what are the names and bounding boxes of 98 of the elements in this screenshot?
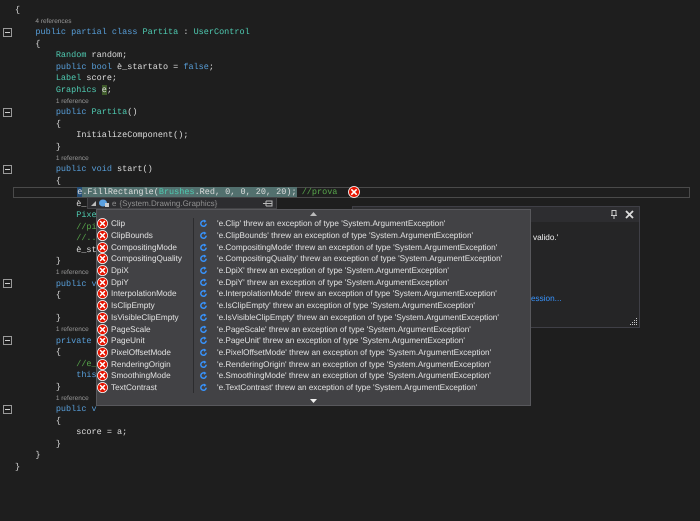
property-name: CompositingMode	[110, 242, 178, 252]
code-line: è_st	[76, 244, 97, 255]
close-icon[interactable]	[625, 210, 634, 219]
code-line: public partial class Partita : UserControl	[35, 27, 250, 38]
code-line: public void start()	[56, 164, 153, 174]
code-line: e.FillRectangle(Brushes.Red, 0, 0, 20, 20); //prova	[77, 187, 338, 198]
code-line: }	[35, 450, 41, 460]
property-name: RenderingOrigin	[110, 360, 172, 369]
code-line: {	[56, 416, 61, 426]
property-value: 'e.TextContrast' threw an exception of type 'System.ArgumentException'	[217, 382, 478, 392]
code-line: {	[56, 290, 61, 300]
code-line: }	[56, 256, 61, 266]
collapse-icon[interactable]	[3, 336, 12, 346]
property-value: 'e.IsClipEmpty' threw an exception of type 'System.ArgumentException'	[217, 301, 475, 310]
property-name: ClipBounds	[110, 231, 154, 240]
error-icon	[97, 276, 108, 288]
error-icon	[97, 242, 108, 253]
property-name: CompositingQuality	[110, 254, 183, 264]
pin-icon[interactable]	[611, 210, 617, 219]
property-name: Clip	[110, 219, 126, 228]
property-name: DpiX	[110, 266, 130, 276]
error-icon	[97, 324, 108, 335]
property-name: IsVisibleClipEmpty	[110, 312, 180, 322]
code-line: }	[56, 382, 61, 392]
collapse-icon[interactable]	[3, 164, 12, 174]
scroll-up-icon[interactable]	[310, 212, 317, 216]
error-icon	[97, 346, 108, 358]
property-name: PageUnit	[110, 336, 146, 346]
property-name: IsClipEmpty	[110, 301, 156, 310]
code-line: InitializeComponent();	[76, 130, 188, 140]
collapse-icon[interactable]	[3, 279, 12, 288]
property-value: 'e.PageUnit' threw an exception of type 'System.ArgumentException'	[217, 336, 465, 346]
expand-icon[interactable]	[91, 200, 96, 206]
code-line: //..	[76, 233, 97, 244]
property-value: 'e.CompositingQuality' threw an exception of type 'System.ArgumentException'	[217, 254, 502, 264]
code-line: Pixe	[76, 210, 97, 220]
property-value: 'e.Clip' threw an exception of type 'System.ArgumentException'	[217, 219, 446, 228]
property-value: 'e.DpiX' threw an exception of type 'System.ArgumentException'	[217, 266, 449, 276]
code-line: {	[56, 347, 61, 358]
code-line: private	[56, 336, 92, 346]
collapse-icon[interactable]	[3, 108, 12, 117]
error-icon	[348, 186, 360, 198]
error-icon	[97, 218, 108, 230]
exception-link[interactable]: ession...	[531, 294, 562, 303]
property-value: 'e.PageScale' threw an exception of type 'System.ArgumentException'	[217, 324, 471, 334]
code-line: Graphics e;	[56, 84, 112, 95]
pin-icon[interactable]	[263, 200, 273, 206]
code-line: }	[15, 462, 20, 472]
code-line: public bool è_startato = false;	[56, 62, 214, 72]
error-icon	[97, 335, 108, 346]
code-line: //pi	[76, 222, 97, 232]
variable-name: e	[112, 198, 116, 208]
object-icon	[99, 199, 109, 207]
error-icon	[97, 312, 108, 323]
code-line: {	[56, 118, 61, 129]
property-name: InterpolationMode	[110, 289, 178, 298]
resize-grip-icon[interactable]	[630, 318, 637, 325]
error-icon	[97, 253, 108, 264]
property-name: TextContrast	[110, 382, 158, 392]
code-line: Random random;	[56, 50, 128, 60]
code-line: this	[76, 370, 97, 380]
property-name: PageScale	[110, 324, 152, 334]
scroll-down-icon[interactable]	[310, 399, 317, 403]
error-icon	[97, 370, 108, 382]
error-icon	[97, 230, 108, 242]
error-icon	[97, 288, 108, 300]
exception-message: valido.'	[533, 233, 558, 242]
property-value: 'e.InterpolationMode' threw an exception of type 'System.ArgumentException'	[217, 289, 497, 298]
property-value: 'e.IsVisibleClipEmpty' threw an exception of type 'System.ArgumentException'	[217, 312, 499, 322]
error-icon	[97, 265, 108, 276]
collapse-icon[interactable]	[3, 404, 12, 414]
code-line: }	[56, 438, 61, 449]
code-line: }	[56, 313, 61, 324]
code-line: è_	[76, 198, 86, 209]
property-value: 'e.SmoothingMode' threw an exception of type 'System.ArgumentException'	[217, 371, 491, 380]
collapse-icon[interactable]	[3, 28, 12, 37]
code-line: public Partita()	[56, 107, 138, 118]
code-line: //e_	[76, 358, 97, 369]
property-value: 'e.PixelOffsetMode' threw an exception of type 'System.ArgumentException'	[217, 348, 492, 357]
error-icon	[97, 300, 108, 312]
error-icon	[97, 382, 108, 393]
code-line: Label score;	[56, 73, 118, 84]
code-line: public v	[56, 278, 97, 289]
code-line: score = a;	[76, 427, 128, 438]
property-value: 'e.ClipBounds' threw an exception of type 'System.ArgumentException'	[217, 231, 474, 240]
property-name: PixelOffsetMode	[110, 348, 172, 357]
property-name: DpiY	[110, 278, 130, 287]
code-line: {	[56, 176, 61, 186]
property-name: SmoothingMode	[110, 371, 172, 380]
property-value: 'e.CompositingMode' threw an exception of type 'System.ArgumentException'	[217, 242, 498, 252]
code-line: public v	[56, 404, 97, 414]
code-line: }	[56, 142, 61, 152]
error-icon	[97, 358, 108, 370]
property-value: 'e.RenderingOrigin' threw an exception of type 'System.ArgumentException'	[217, 360, 491, 369]
code-line: {	[35, 38, 41, 49]
code-line: {	[15, 4, 20, 15]
variable-type: {System.Drawing.Graphics}	[119, 198, 218, 208]
property-value: 'e.DpiY' threw an exception of type 'System.ArgumentException'	[217, 278, 449, 287]
